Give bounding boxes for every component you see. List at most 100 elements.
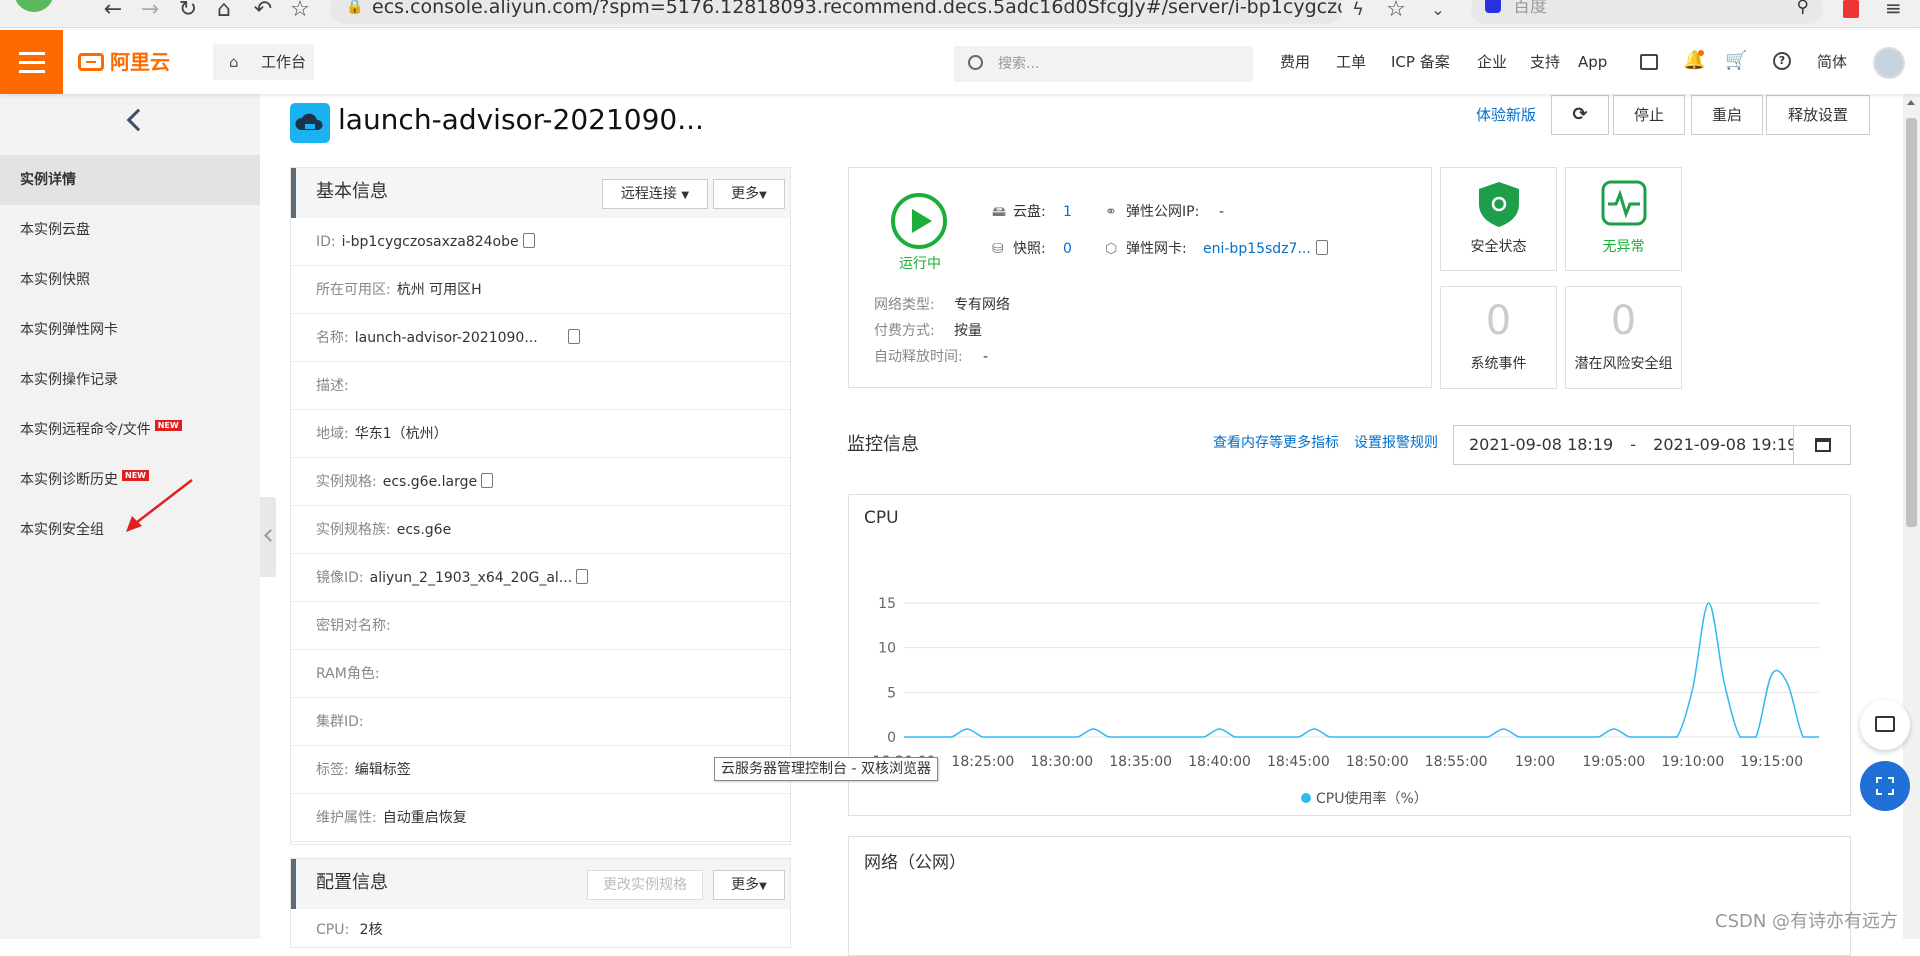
info-label: 集群ID: <box>316 714 364 730</box>
baidu-paw-icon <box>1485 0 1501 13</box>
info-row: RAM角色: <box>291 650 790 698</box>
nav-billing[interactable]: 费用 <box>1280 30 1310 94</box>
change-spec-button[interactable]: 更改实例规格 <box>587 870 703 900</box>
back-chevron-icon[interactable] <box>127 109 150 132</box>
sidebar-item-operation-log[interactable]: 本实例操作记录 <box>0 355 260 405</box>
back-icon[interactable]: ← <box>99 0 127 24</box>
info-row: 实例规格族:ecs.g6e <box>291 506 790 554</box>
copy-icon[interactable] <box>1316 240 1328 255</box>
notification-dot <box>1698 50 1704 56</box>
nav-ticket[interactable]: 工单 <box>1336 30 1366 94</box>
refresh-icon: ⟳ <box>1572 104 1587 125</box>
date-end: 2021-09-08 19:19 <box>1653 435 1797 454</box>
risk-security-group-label: 潜在风险安全组 <box>1566 353 1681 373</box>
bookmark-star-icon[interactable]: ☆ <box>1382 0 1410 24</box>
remote-connect-button[interactable]: 远程连接 ▼ <box>602 179 708 209</box>
nav-app[interactable]: App <box>1578 30 1607 94</box>
sidebar-collapse-handle[interactable] <box>260 497 276 577</box>
info-row: 描述: <box>291 362 790 410</box>
sidebar-item-remote-command[interactable]: 本实例远程命令/文件NEW <box>0 405 260 455</box>
browser-search-icon[interactable]: ⚲ <box>1797 0 1809 20</box>
disk-count-link[interactable]: 1 <box>1063 202 1072 222</box>
config-more-button[interactable]: 更多▼ <box>713 870 785 900</box>
new-badge: NEW <box>155 420 182 431</box>
chat-float-button[interactable] <box>1860 700 1910 750</box>
caret-down-icon: ▼ <box>759 881 767 892</box>
workbench-button[interactable]: ⌂ 工作台 <box>213 44 314 80</box>
cpu-line-chart: CPU05101518:20:0018:25:0018:30:0018:35:0… <box>849 495 1850 815</box>
forward-icon[interactable]: → <box>136 0 164 24</box>
home-icon[interactable]: ⌂ <box>210 0 238 24</box>
hamburger-menu-icon[interactable] <box>0 30 63 94</box>
security-status-label: 安全状态 <box>1441 236 1556 256</box>
refresh-button[interactable]: ⟳ <box>1551 95 1609 135</box>
console-search-input[interactable]: 搜索... <box>954 46 1253 82</box>
scroll-thumb[interactable] <box>1906 118 1917 527</box>
sidebar-item-instance-detail[interactable]: 实例详情 <box>0 155 260 205</box>
sidebar-item-disks[interactable]: 本实例云盘 <box>0 205 260 255</box>
network-type-label: 网络类型: <box>874 295 935 315</box>
nav-support[interactable]: 支持 <box>1530 30 1560 94</box>
y-tick-label: 10 <box>878 641 896 657</box>
instance-title: launch-advisor-2021090... <box>338 100 704 140</box>
sidebar-item-label: 本实例快照 <box>20 272 90 288</box>
favorite-icon[interactable]: ☆ <box>286 0 314 24</box>
cart-icon[interactable]: 🛒 <box>1725 50 1747 71</box>
calendar-button[interactable] <box>1793 425 1851 465</box>
lightning-icon[interactable]: ϟ <box>1344 0 1372 24</box>
try-new-version-link[interactable]: 体验新版 <box>1476 104 1536 126</box>
refresh-icon[interactable]: ↻ <box>174 0 202 24</box>
system-events-card[interactable]: 0 系统事件 <box>1440 286 1557 389</box>
help-icon[interactable]: ? <box>1773 52 1791 70</box>
browser-menu-icon[interactable]: ≡ <box>1885 0 1902 20</box>
snapshot-icon: ⛁ <box>992 239 1004 259</box>
info-value-link[interactable]: ecs.g6e.large <box>383 474 477 490</box>
date-range-picker[interactable]: 2021-09-08 18:19 - 2021-09-08 19:19 <box>1453 425 1817 465</box>
restart-button[interactable]: 重启 <box>1691 95 1763 135</box>
sidebar-item-eni[interactable]: 本实例弹性网卡 <box>0 305 260 355</box>
nav-icp[interactable]: ICP 备案 <box>1391 30 1450 94</box>
info-value-link[interactable]: 自动重启恢复 <box>383 810 467 826</box>
no-anomaly-card[interactable]: 无异常 <box>1565 167 1682 271</box>
undo-icon[interactable]: ↶ <box>249 0 277 24</box>
language-switch[interactable]: 简体 <box>1817 30 1847 94</box>
shield-icon <box>1477 180 1521 228</box>
address-bar[interactable]: 🔒 ecs.console.aliyun.com/?spm=5176.12818… <box>330 0 1342 24</box>
release-settings-button[interactable]: 释放设置 <box>1766 95 1870 135</box>
release-time-value: - <box>983 347 988 367</box>
panel-title: 基本信息 <box>316 181 388 202</box>
eni-link[interactable]: eni-bp15sdz7... <box>1203 239 1311 259</box>
dropdown-chevron-icon[interactable]: ⌄ <box>1424 0 1452 24</box>
more-button[interactable]: 更多▼ <box>713 179 785 209</box>
terminal-icon[interactable] <box>1640 54 1658 70</box>
snapshot-count-link[interactable]: 0 <box>1063 239 1072 259</box>
x-tick-label: 18:50:00 <box>1346 754 1409 770</box>
legend-label: CPU使用率（%） <box>1316 790 1428 807</box>
copy-icon[interactable] <box>576 569 588 584</box>
browser-toolbar: ← → ↻ ⌂ ↶ ☆ 🔒 ecs.console.aliyun.com/?sp… <box>0 0 1920 28</box>
sidebar-item-snapshots[interactable]: 本实例快照 <box>0 255 260 305</box>
security-status-card[interactable]: 安全状态 <box>1440 167 1557 271</box>
stop-button[interactable]: 停止 <box>1613 95 1685 135</box>
scroll-up-arrow[interactable] <box>1907 100 1915 105</box>
risk-security-group-card[interactable]: 0 潜在风险安全组 <box>1565 286 1682 389</box>
eip-icon: ⚭ <box>1105 202 1117 222</box>
button-label: 远程连接 <box>621 186 677 202</box>
nav-enterprise[interactable]: 企业 <box>1477 30 1507 94</box>
more-metrics-link[interactable]: 查看内存等更多指标 <box>1213 433 1339 453</box>
alarm-rules-link[interactable]: 设置报警规则 <box>1354 433 1438 453</box>
pdf-icon[interactable] <box>1843 0 1859 18</box>
copy-icon[interactable] <box>523 233 535 248</box>
info-row: 镜像ID:aliyun_2_1903_x64_20G_al... <box>291 554 790 602</box>
aliyun-logo[interactable]: 阿里云 <box>78 48 170 76</box>
page-scrollbar[interactable] <box>1903 94 1920 939</box>
copy-icon[interactable] <box>568 329 580 344</box>
copy-icon[interactable] <box>481 473 493 488</box>
info-value-link[interactable]: 编辑标签 <box>355 762 411 778</box>
avatar[interactable] <box>1873 47 1905 79</box>
apps-float-button[interactable] <box>1860 761 1910 811</box>
legend-marker <box>1301 793 1311 803</box>
browser-search-box[interactable]: 百度 ⚲ <box>1471 0 1823 24</box>
release-time-label: 自动释放时间: <box>874 347 963 367</box>
sidebar-item-label: 本实例安全组 <box>20 522 104 538</box>
